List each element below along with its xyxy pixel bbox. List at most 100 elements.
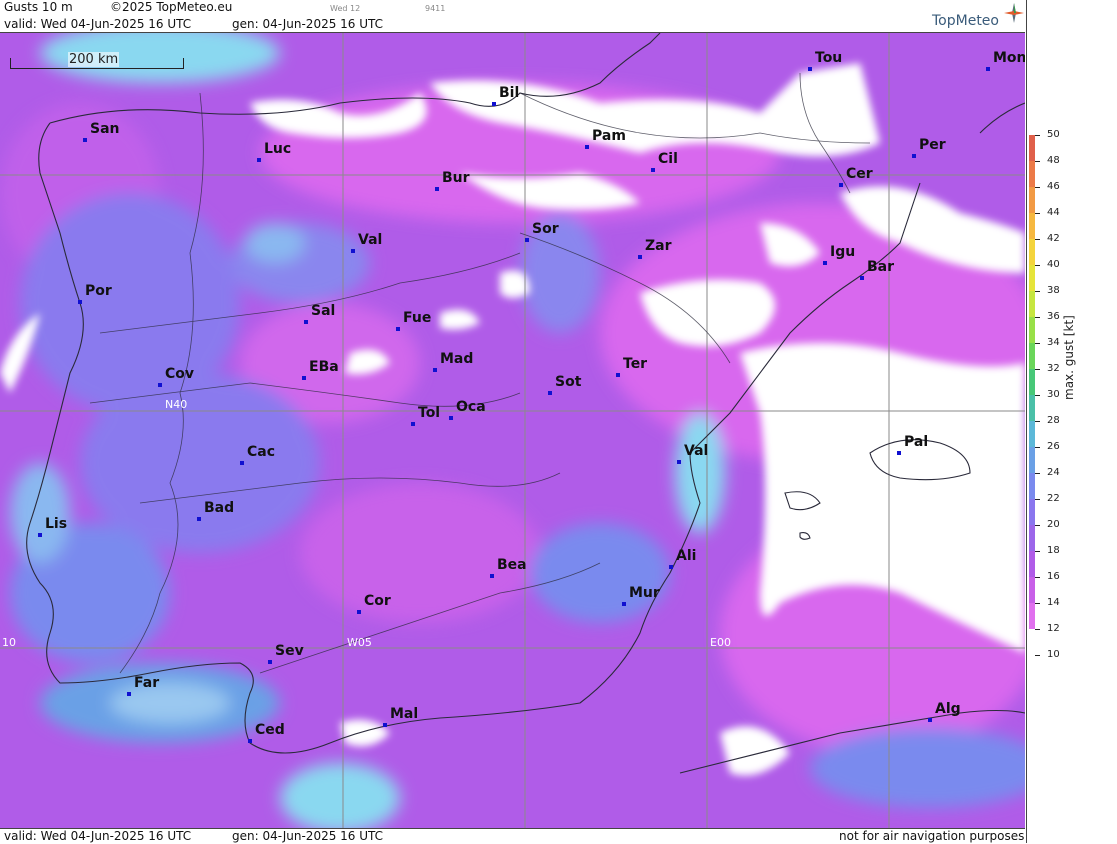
city-label: Por [85,283,112,299]
brand-logo-text: TopMeteo [932,13,999,29]
gust-map: 200 km N40 N40 10 W05 E00 Tou Mon Bil San Pa… [0,33,1025,828]
city-label: Tol [418,405,441,421]
legend-color-segment [1029,499,1035,525]
legend-tick-label: 12 [1047,623,1060,634]
legend-tick-label: 30 [1047,389,1060,400]
legend-tick-mark [1035,577,1040,578]
city-label: Mad [440,351,474,367]
city-marker-dot [304,320,308,324]
city-marker-dot [411,422,415,426]
map-header: Gusts 10 m ©2025 TopMeteo.eu Wed 12 9411… [0,0,1025,33]
city-label: Pam [592,128,626,144]
city-marker-dot [268,660,272,664]
city-label: Pal [904,434,929,450]
city-label: Mur [629,585,660,601]
city-label: Ter [623,356,648,372]
city-marker-dot [616,373,620,377]
legend-tick-label: 10 [1047,649,1060,660]
city-marker-dot [248,739,252,743]
run-code: 9411 [425,4,446,13]
city-marker-dot [585,145,589,149]
city-marker-dot [78,300,82,304]
city-marker-dot [548,391,552,395]
legend-tick-mark [1035,317,1040,318]
city-label: Oca [456,399,486,415]
city-marker-dot [197,517,201,521]
legend-color-segment [1029,187,1035,213]
city-label: Cor [364,593,391,609]
legend-color-segment [1029,291,1035,317]
city-label: Val [358,232,383,248]
map-canvas [0,33,1025,828]
legend-tick-mark [1035,447,1040,448]
legend-tick-mark [1035,395,1040,396]
legend-tick-label: 22 [1047,493,1060,504]
legend-tick-mark [1035,629,1040,630]
city-marker-dot [383,723,387,727]
legend-color-segment [1029,577,1035,603]
city-marker-dot [492,102,496,106]
copyright-text: ©2025 TopMeteo.eu [110,0,233,14]
legend-tick-mark [1035,135,1040,136]
city-marker-dot [525,238,529,242]
legend-tick-mark [1035,265,1040,266]
legend-color-segment [1029,525,1035,551]
legend-tick-label: 38 [1047,285,1060,296]
legend-tick-label: 26 [1047,441,1060,452]
color-legend: 50 48 46 44 42 40 38 36 34 32 30 28 26 24 22 20 18 16 14 12… [1026,0,1117,843]
legend-color-segment [1029,551,1035,577]
city-marker-dot [127,692,131,696]
city-label: Sal [311,303,336,319]
legend-color-segment [1029,317,1035,343]
legend-color-segment [1029,343,1035,369]
legend-color-segment [1029,135,1035,161]
valid-time: valid: Wed 04-Jun-2025 16 UTC [4,17,192,31]
city-marker-dot [158,383,162,387]
city-label: Fue [403,310,432,326]
city-label: Lis [45,516,68,532]
footer-gen-time: gen: 04-Jun-2025 16 UTC [232,829,384,843]
legend-color-segment [1029,447,1035,473]
legend-title: max. gust [kt] [1062,315,1076,400]
city-label: Ali [676,548,697,564]
city-marker-dot [860,276,864,280]
legend-tick-label: 34 [1047,337,1060,348]
legend-tick-mark [1035,551,1040,552]
legend-color-segment [1029,369,1035,395]
legend-color-segment [1029,603,1035,629]
scale-bar-label: 200 km [68,52,120,67]
city-marker-dot [669,565,673,569]
city-label: Mon [993,50,1025,66]
legend-tick-label: 50 [1047,129,1060,140]
legend-tick-label: 14 [1047,597,1060,608]
city-label: Far [134,675,160,691]
legend-tick-label: 48 [1047,155,1060,166]
city-marker-dot [38,533,42,537]
legend-color-segment [1029,265,1035,291]
legend-tick-label: 46 [1047,181,1060,192]
city-label: Ced [255,722,285,738]
city-label: San [90,121,120,137]
legend-color-segment [1029,161,1035,187]
city-marker-dot [839,183,843,187]
legend-tick-mark [1035,369,1040,370]
legend-tick-label: 36 [1047,311,1060,322]
lon-label-w10: 10 [2,636,16,649]
city-label: Tou [815,50,843,66]
city-label: Bea [497,557,527,573]
city-label: Zar [645,238,672,254]
disclaimer-text: not for air navigation purposes [839,829,1025,843]
city-marker-dot [622,602,626,606]
legend-tick-mark [1035,187,1040,188]
city-label: Sor [532,221,559,237]
legend-tick-label: 16 [1047,571,1060,582]
city-label: EBa [309,359,339,375]
lon-label-w05: W05 [347,636,372,649]
compass-icon [1004,3,1024,23]
lon-label-e00: E00 [710,636,731,649]
legend-tick-mark [1035,603,1040,604]
city-marker-dot [433,368,437,372]
legend-tick-mark [1035,213,1040,214]
legend-tick-label: 18 [1047,545,1060,556]
city-label: Sev [275,643,304,659]
